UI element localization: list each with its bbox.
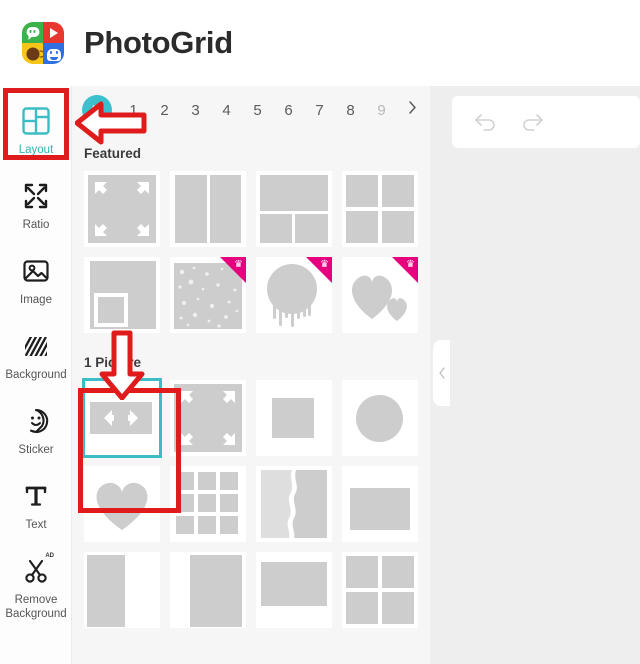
play-triangle-glyph [49, 27, 58, 38]
all-pages-icon[interactable]: All [82, 95, 112, 125]
layout-thumbnail-sparkle-frame[interactable]: ♛ [170, 257, 246, 333]
panel-collapse-handle[interactable] [433, 340, 450, 406]
sidebar-item-label: Sticker [18, 444, 54, 456]
torn-split-shape [261, 470, 327, 538]
layout-thumbnail-left-tall[interactable] [84, 552, 160, 628]
canvas-stage-area [430, 86, 640, 664]
pager-page-6[interactable]: 6 [273, 102, 304, 119]
left-tool-rail: Layout Ratio Image Background Sticker Text AD… [0, 86, 72, 664]
layout-thumbnail-nine-grid[interactable] [170, 466, 246, 542]
sidebar-item-label: Image [20, 294, 52, 306]
hatch-pattern-icon [2, 329, 70, 363]
text-t-icon [2, 479, 70, 513]
redo-arrow-icon[interactable] [518, 111, 544, 133]
layout-thumbnail-row [72, 466, 430, 552]
edit-toolbar [452, 96, 640, 148]
pager-page-4[interactable]: 4 [211, 102, 242, 119]
pager-page-2[interactable]: 2 [149, 102, 180, 119]
pager-all-label: All [89, 104, 105, 116]
left-right-arrows-icon [104, 410, 138, 426]
app-brand-title: PhotoGrid [84, 25, 233, 60]
expand-corner-arrows-icon [174, 384, 242, 452]
layout-grid-icon [2, 104, 70, 138]
sidebar-item-label: Remove Background [5, 594, 67, 620]
app-header: PhotoGrid [0, 0, 640, 86]
heart-shape [96, 482, 148, 530]
sidebar-item-sticker[interactable]: Sticker [0, 392, 72, 467]
layout-thumbnail-circle-mask[interactable] [342, 380, 418, 456]
logo-quadrant-yellow [22, 43, 44, 64]
scissors-icon: AD [2, 553, 70, 588]
speech-bubble-glyph [26, 27, 39, 41]
undo-arrow-icon[interactable] [474, 111, 500, 133]
pager-page-5[interactable]: 5 [242, 102, 273, 119]
sidebar-item-layout[interactable]: Layout [0, 92, 72, 167]
layout-pagination: All 1 2 3 4 5 6 7 8 9 [72, 86, 430, 134]
layout-thumbnail-center-wide[interactable] [256, 552, 332, 628]
expand-corner-arrows-icon [88, 175, 156, 243]
logo-quadrant-red [43, 22, 64, 43]
layout-thumbnail-right-square[interactable] [170, 552, 246, 628]
layout-thumbnail-four-grid-b[interactable] [342, 552, 418, 628]
chevron-left-icon [438, 367, 445, 379]
picture-icon [2, 254, 70, 288]
coffee-cup-glyph [26, 47, 44, 60]
sidebar-item-label: Ratio [22, 219, 50, 231]
layout-panel: All 1 2 3 4 5 6 7 8 9 Featured ♛ ♛ ♛ 1 P… [72, 86, 430, 664]
layout-thumbnail-bottom-wide[interactable] [342, 466, 418, 542]
pager-page-3[interactable]: 3 [180, 102, 211, 119]
sidebar-item-ratio[interactable]: Ratio [0, 167, 72, 242]
logo-quadrant-green [22, 22, 43, 43]
pager-page-8[interactable]: 8 [335, 102, 366, 119]
layout-thumbnail-center-square[interactable] [256, 380, 332, 456]
layout-thumbnail-wide-banner-arrows[interactable] [82, 378, 162, 458]
layout-thumbnail-torn-split[interactable] [256, 466, 332, 542]
layout-thumbnail-full-expand[interactable] [170, 380, 246, 456]
layout-thumbnail-row [72, 171, 430, 257]
sidebar-item-label: Text [25, 519, 47, 531]
sidebar-item-text[interactable]: Text [0, 467, 72, 542]
layout-template-scroll[interactable]: Featured ♛ ♛ ♛ 1 Picture [72, 134, 430, 664]
section-title: 1 Picture [84, 355, 142, 370]
sidebar-item-remove-background[interactable]: AD Remove Background [0, 542, 72, 631]
sidebar-item-background[interactable]: Background [0, 317, 72, 392]
photogrid-logo-icon [22, 22, 64, 64]
logo-quadrant-blue [43, 43, 64, 64]
photogrid-editor-window: PhotoGrid Layout Ratio Image Background Sti… [0, 0, 640, 664]
pager-page-1[interactable]: 1 [118, 102, 149, 119]
expand-arrows-icon [2, 179, 70, 213]
section-title: Featured [84, 146, 142, 161]
sidebar-item-label: Background [5, 369, 67, 381]
chevron-right-icon[interactable] [397, 100, 427, 120]
crown-icon: ♛ [406, 259, 415, 270]
layout-thumbnail-row [72, 552, 430, 638]
sidebar-item-image[interactable]: Image [0, 242, 72, 317]
layout-thumbnail-heart-mask[interactable] [84, 466, 160, 542]
pager-page-7[interactable]: 7 [304, 102, 335, 119]
layout-thumbnail-one-top-two-bottom[interactable] [256, 171, 332, 247]
smiley-face-glyph [46, 48, 61, 61]
sidebar-item-label: Layout [18, 144, 54, 156]
layout-thumbnail-row: ♛ ♛ ♛ [72, 257, 430, 343]
layout-thumbnail-row [72, 378, 430, 466]
layout-thumbnail-drip-circle[interactable]: ♛ [256, 257, 332, 333]
ad-badge: AD [45, 553, 54, 559]
layout-thumbnail-two-columns[interactable] [170, 171, 246, 247]
pager-page-9[interactable]: 9 [366, 102, 397, 119]
layout-thumbnail-freeform-expand[interactable] [84, 171, 160, 247]
crown-icon: ♛ [234, 259, 243, 270]
layout-thumbnail-picture-in-picture[interactable] [84, 257, 160, 333]
layout-thumbnail-two-hearts[interactable]: ♛ [342, 257, 418, 333]
smiley-sticker-icon [2, 404, 70, 438]
crown-icon: ♛ [320, 259, 329, 270]
layout-thumbnail-four-grid[interactable] [342, 171, 418, 247]
